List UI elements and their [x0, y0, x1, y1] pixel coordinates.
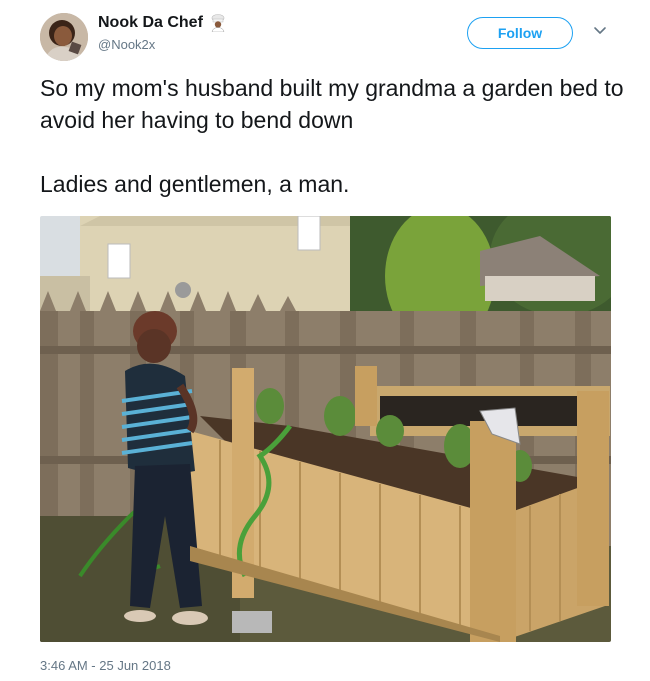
tweet-line: Ladies and gentlemen, a man.	[40, 171, 350, 197]
user-name-row: Nook Da Chef	[98, 14, 227, 32]
tweet-line: So my mom's husband built my grandma a g…	[40, 75, 624, 133]
chef-emoji-icon	[211, 14, 225, 32]
follow-button[interactable]: Follow	[467, 17, 573, 49]
user-handle[interactable]: @Nook2x	[98, 37, 155, 52]
garden-photo-icon	[40, 216, 611, 642]
display-name[interactable]: Nook Da Chef	[98, 14, 203, 32]
chevron-down-icon[interactable]	[593, 26, 607, 36]
tweet-timestamp[interactable]: 3:46 AM - 25 Jun 2018	[40, 658, 171, 673]
tweet-photo[interactable]	[40, 216, 611, 642]
avatar-photo-icon	[40, 13, 88, 61]
avatar[interactable]	[40, 13, 88, 61]
tweet-text: So my mom's husband built my grandma a g…	[40, 72, 630, 200]
